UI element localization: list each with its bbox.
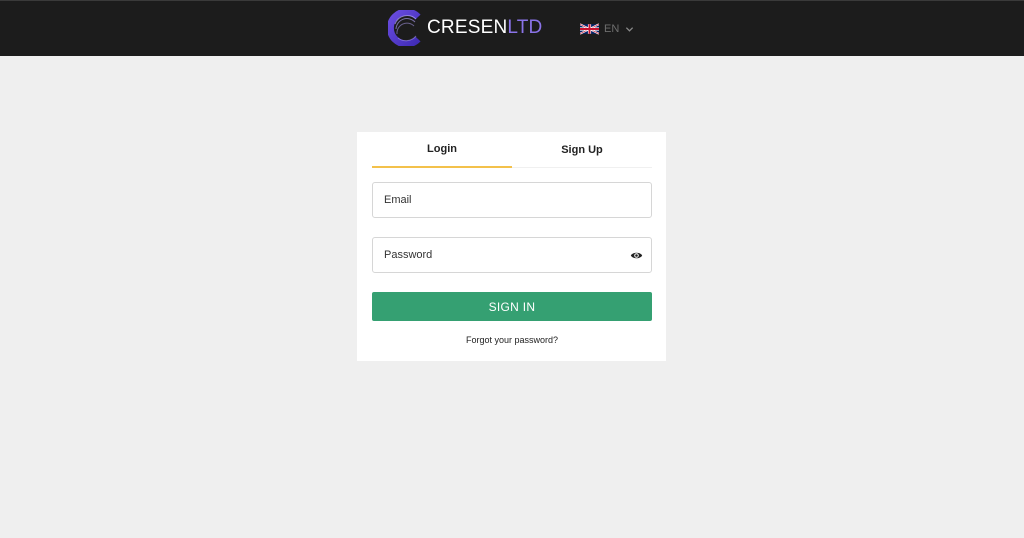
language-selector[interactable]: EN <box>580 21 634 37</box>
email-field-wrapper <box>372 182 652 218</box>
brand-name-accent: LTD <box>507 17 543 38</box>
tab-login[interactable]: Login <box>372 132 512 168</box>
chevron-down-icon <box>626 26 634 32</box>
eye-icon[interactable] <box>630 249 643 262</box>
auth-card: Login Sign Up SIGN IN Forgot your passwo… <box>357 132 666 361</box>
brand-name: CRESEN LTD <box>427 17 542 39</box>
crescent-logo-icon <box>388 10 421 46</box>
password-field-wrapper <box>372 237 652 273</box>
tab-sign-up[interactable]: Sign Up <box>512 132 652 168</box>
brand-name-primary: CRESEN <box>427 17 508 38</box>
brand-logo[interactable]: CRESEN LTD <box>388 10 542 46</box>
forgot-password-link[interactable]: Forgot your password? <box>372 335 652 345</box>
top-header: CRESEN LTD EN <box>0 0 1024 56</box>
password-input[interactable] <box>373 238 651 272</box>
uk-flag-icon <box>580 23 599 35</box>
auth-tabs: Login Sign Up <box>372 132 652 168</box>
language-code: EN <box>604 23 620 35</box>
sign-in-button[interactable]: SIGN IN <box>372 292 652 321</box>
email-input[interactable] <box>373 183 651 217</box>
